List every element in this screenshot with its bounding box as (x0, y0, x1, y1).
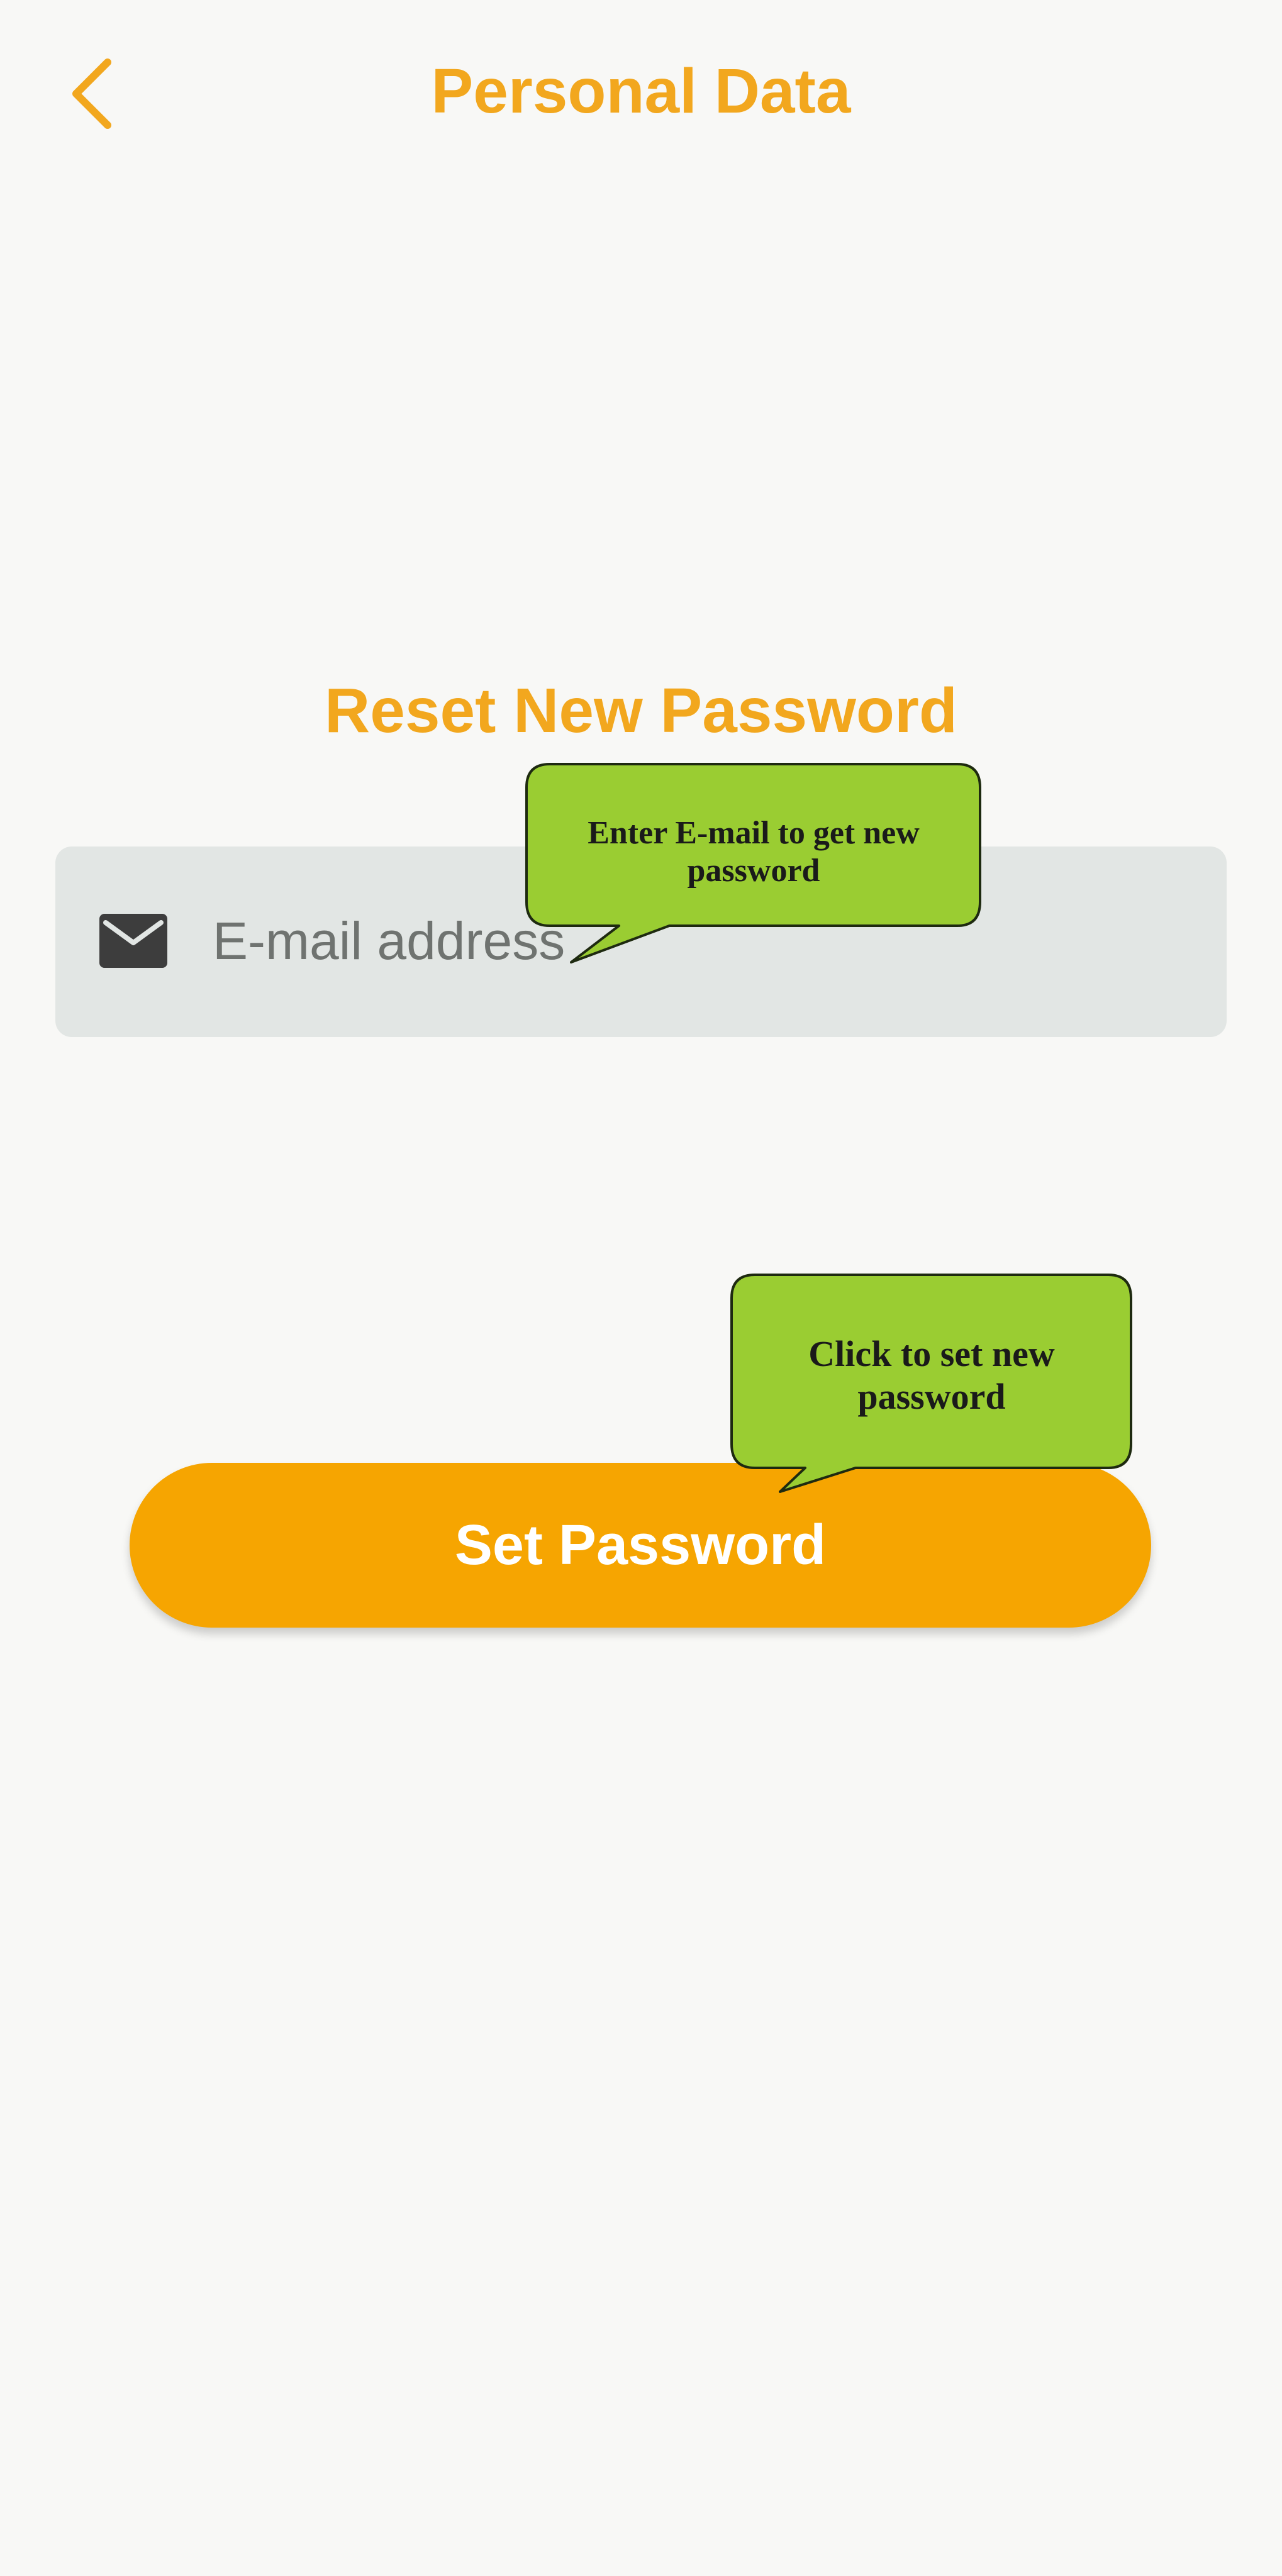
email-hint-callout: Enter E-mail to get new password (525, 762, 983, 967)
button-hint-callout: Click to set new password (730, 1273, 1134, 1494)
section-title: Reset New Password (325, 675, 957, 746)
page-title: Personal Data (431, 56, 851, 126)
button-hint-text: Click to set new password (808, 1333, 1055, 1417)
email-hint-text: Enter E-mail to get new password (588, 815, 920, 889)
app-bar: Personal Data (0, 0, 1282, 189)
mail-icon (99, 914, 167, 968)
